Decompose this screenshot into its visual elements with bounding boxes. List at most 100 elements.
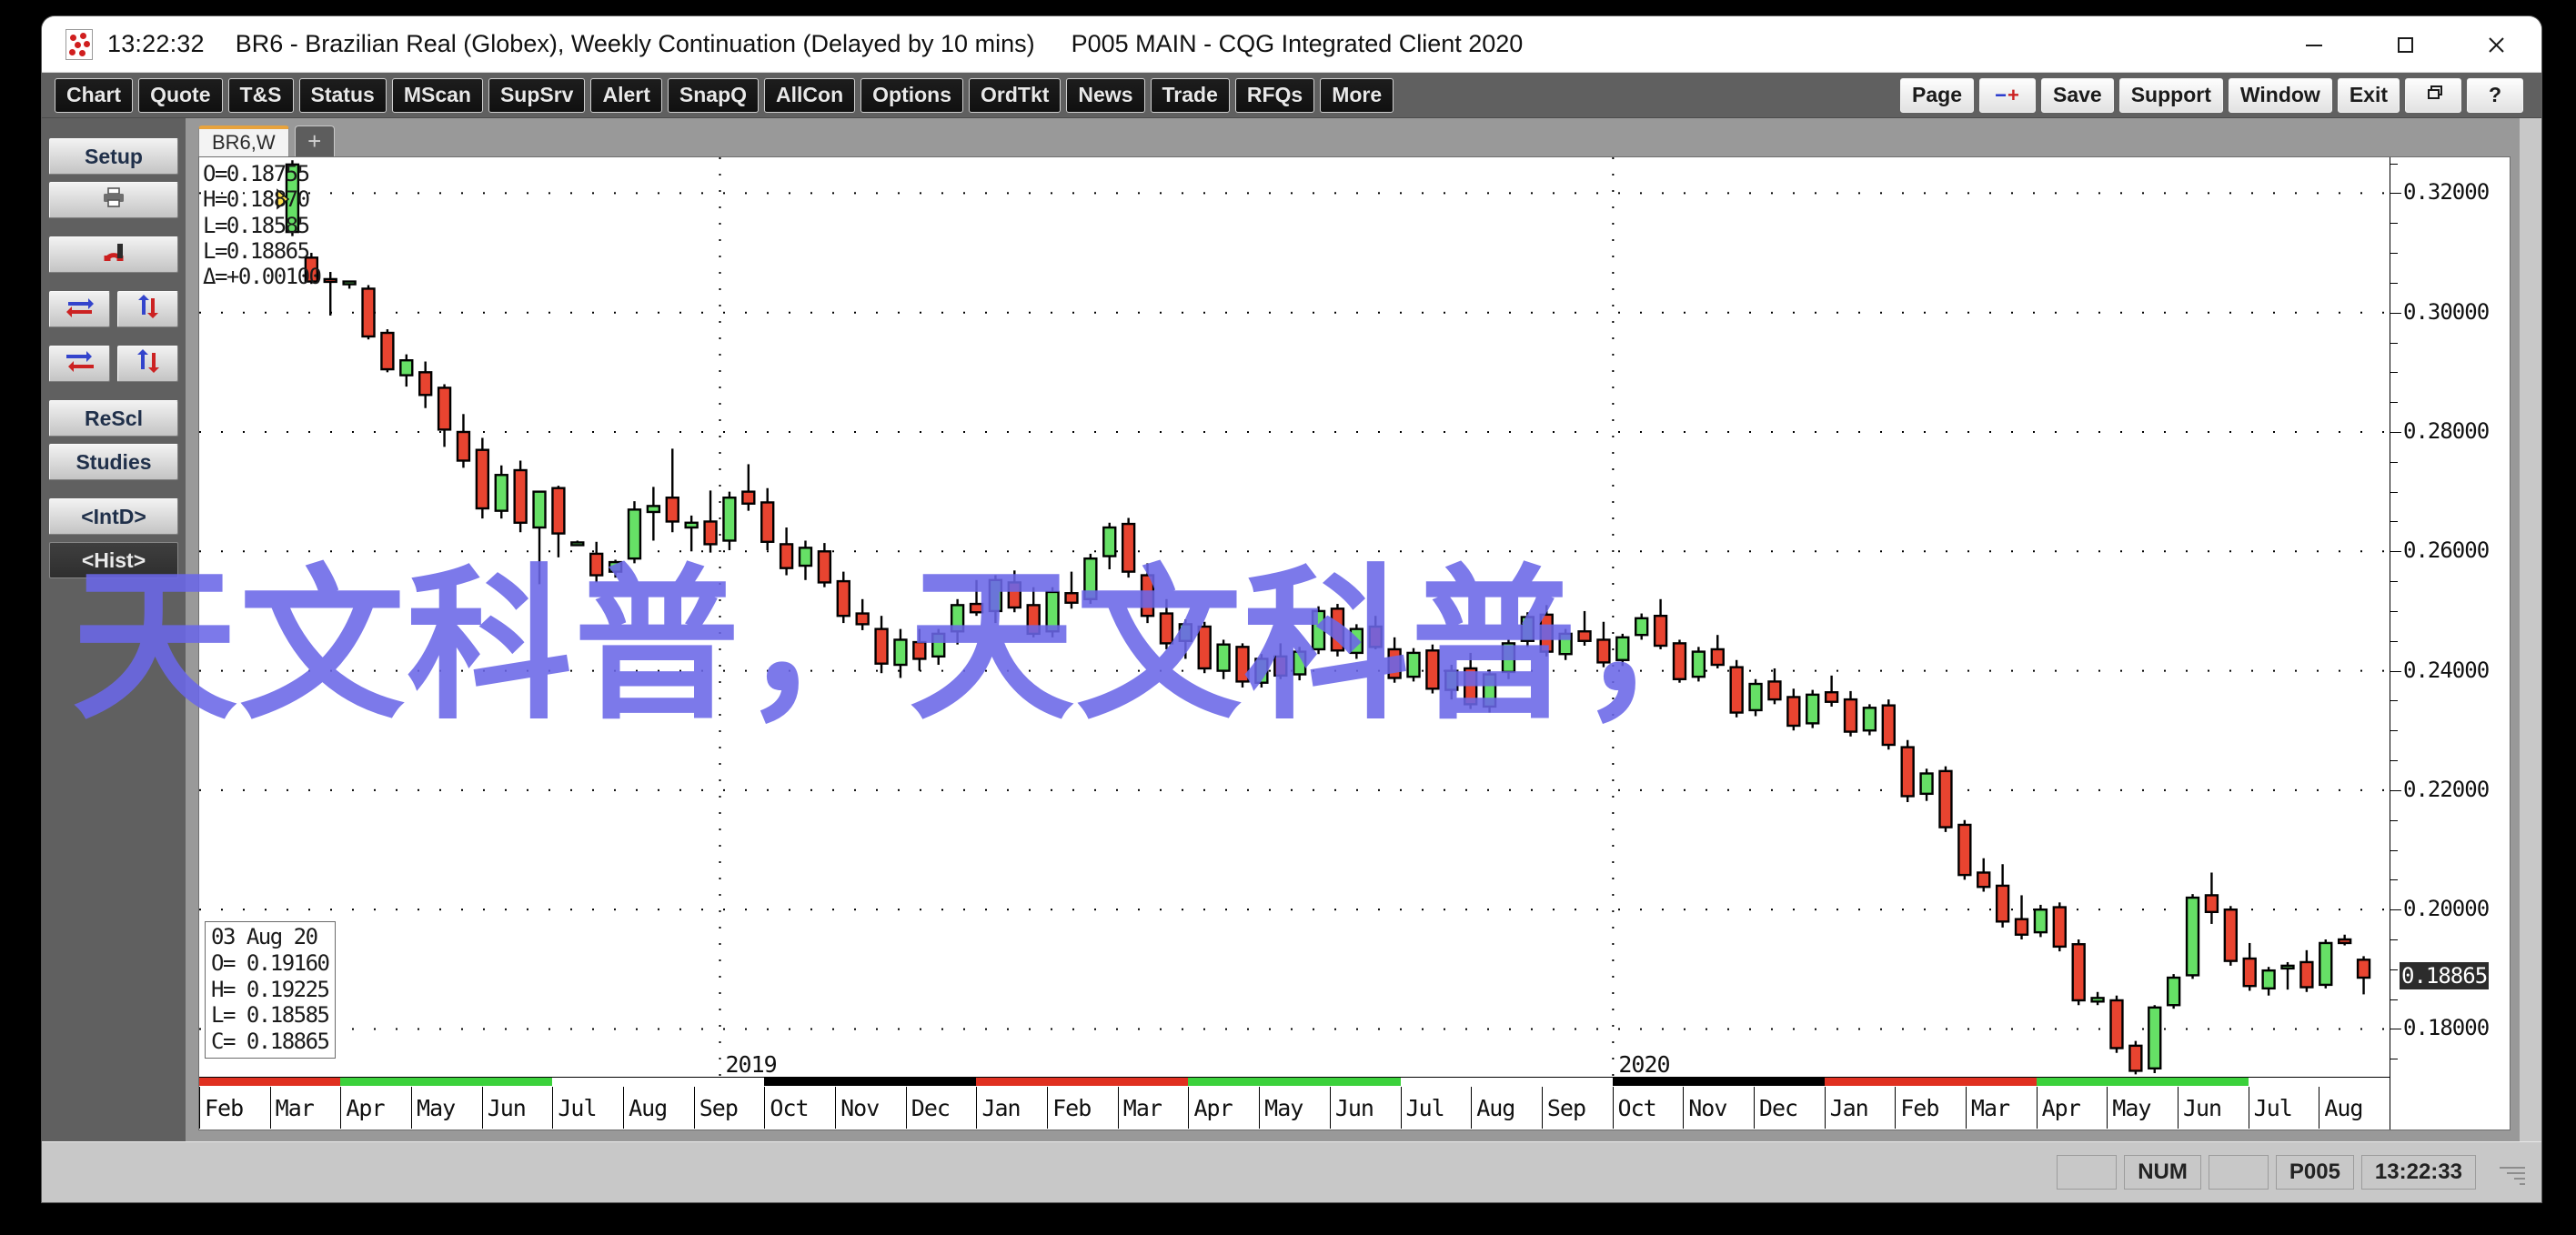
time-axis-month-label: May	[417, 1094, 456, 1121]
time-axis-month-cell: Aug	[2319, 1087, 2390, 1129]
toolbar-button-supsrv[interactable]: SupSrv	[488, 77, 586, 113]
sidebar-button-rescale[interactable]: ReScl	[49, 400, 178, 437]
toolbar-button-mscan[interactable]: MScan	[391, 77, 483, 113]
time-axis-month-label: Nov	[840, 1094, 880, 1121]
sidebar-button-setup[interactable]: Setup	[49, 138, 178, 175]
sidebar-button-expand-vertical[interactable]	[117, 346, 178, 382]
sidebar-button-history[interactable]: <Hist>	[49, 542, 178, 578]
minimize-button[interactable]	[2269, 16, 2360, 73]
toolbar-button-allcon[interactable]: AllCon	[764, 77, 856, 113]
sidebar-arrow-row-2	[49, 346, 178, 389]
time-axis-month-cell: Jan	[1824, 1087, 1896, 1129]
toolbar-button-window[interactable]: Window	[2228, 77, 2332, 113]
cursor-close: C= 0.18865	[211, 1029, 330, 1055]
time-axis-quarter-band	[2177, 1078, 2249, 1086]
sidebar-arrow-row-1	[49, 291, 178, 335]
time-axis-month-label: Feb	[205, 1094, 244, 1121]
toolbar-button-save[interactable]: Save	[2041, 77, 2114, 113]
price-axis[interactable]: 0.32000 0.30000 0.28000 0.26000 0.24000 0.220…	[2390, 157, 2510, 1130]
time-axis-month-cell: Jun	[481, 1087, 553, 1129]
time-axis-month-label: Feb	[1052, 1094, 1092, 1121]
toolbar-button-help[interactable]: ?	[2467, 77, 2523, 113]
toolbar-button-options[interactable]: Options	[860, 77, 964, 113]
toolbar-button-more[interactable]: More	[1320, 77, 1394, 113]
toolbar-button-quote[interactable]: Quote	[138, 77, 223, 113]
time-axis-month-label: Mar	[275, 1094, 315, 1121]
toolbar-button-exit[interactable]: Exit	[2337, 77, 2400, 113]
time-axis-month-label: Jan	[981, 1094, 1021, 1121]
time-axis-month-label: Aug	[1476, 1094, 1515, 1121]
price-axis-minor-tick	[2390, 700, 2398, 702]
sidebar-gap-5	[49, 487, 178, 498]
sidebar-button-swap-horizontal[interactable]	[49, 291, 110, 327]
time-axis-month-label: Aug	[2324, 1094, 2363, 1121]
ohlc-delta: Δ=+0.00100	[203, 264, 322, 290]
price-axis-tick	[2390, 193, 2401, 195]
sidebar-button-magnet[interactable]	[49, 236, 178, 273]
swap-horizontal-icon	[65, 296, 96, 323]
maximize-button[interactable]	[2360, 16, 2450, 73]
application-window: 13:22:32 BR6 - Brazilian Real (Globex), …	[42, 16, 2541, 1202]
price-axis-tick	[2390, 431, 2401, 433]
time-axis-month-label: Sep	[1546, 1094, 1586, 1121]
time-axis-month-cell: Feb	[199, 1087, 270, 1129]
toolbar-button-ts[interactable]: T&S	[227, 77, 294, 113]
toolbar-button-news[interactable]: News	[1066, 77, 1145, 113]
time-axis[interactable]: Feb Mar Apr May Jun Jul Aug Sep Oct Nov Dec Jan Feb M…	[199, 1077, 2390, 1130]
workspace-vertical-scroll[interactable]	[2520, 118, 2541, 1141]
price-axis-label: 0.26000	[2403, 537, 2490, 564]
time-axis-month-cell: Feb	[1047, 1087, 1118, 1129]
title-bar: 13:22:32 BR6 - Brazilian Real (Globex), …	[42, 16, 2541, 73]
price-axis-label: 0.28000	[2403, 417, 2490, 444]
time-axis-month-cell: Mar	[1117, 1087, 1189, 1129]
time-axis-quarter-band	[552, 1078, 624, 1086]
price-axis-minor-tick	[2390, 461, 2398, 463]
sidebar-button-print[interactable]	[49, 182, 178, 218]
time-axis-quarter-band	[835, 1078, 906, 1086]
status-cell-num: NUM	[2124, 1155, 2201, 1190]
sidebar-button-swap-vertical[interactable]	[117, 291, 178, 327]
price-axis-minor-tick	[2390, 282, 2398, 284]
time-axis-month-cell: Feb	[1895, 1087, 1966, 1129]
price-axis-label: 0.18000	[2403, 1015, 2490, 1041]
sidebar-button-collapse-horizontal[interactable]	[49, 346, 110, 382]
price-axis-label: 0.24000	[2403, 657, 2490, 683]
swap-vertical-icon	[137, 295, 159, 324]
candlestick-plot[interactable]: 2019 2020	[199, 157, 2390, 1130]
toolbar-button-chart[interactable]: Chart	[55, 77, 134, 113]
resize-grip[interactable]	[2490, 1154, 2527, 1190]
price-axis-minor-tick	[2390, 610, 2398, 612]
time-axis-quarter-band	[481, 1078, 553, 1086]
chart-tab-add[interactable]: +	[294, 126, 335, 156]
time-axis-month-cell: Jul	[552, 1087, 623, 1129]
time-axis-month-label: Apr	[2041, 1094, 2081, 1121]
sidebar-button-intraday[interactable]: <IntD>	[49, 498, 178, 535]
restore-window-icon	[2423, 83, 2443, 108]
toolbar-button-status[interactable]: Status	[298, 77, 387, 113]
time-axis-month-label: Jan	[1829, 1094, 1869, 1121]
toolbar-button-trade[interactable]: Trade	[1150, 77, 1230, 113]
chart-tab-br6w[interactable]: BR6,W	[198, 126, 289, 156]
status-cell-clock: 13:22:33	[2360, 1155, 2476, 1190]
toolbar-button-snapq[interactable]: SnapQ	[667, 77, 760, 113]
time-axis-quarter-band	[1471, 1078, 1542, 1086]
toolbar-button-alert[interactable]: Alert	[590, 77, 662, 113]
toolbar-button-zoom-minus-plus[interactable]: −+	[1979, 77, 2036, 113]
sidebar-button-studies[interactable]: Studies	[49, 444, 178, 480]
chart-plot-area[interactable]: 2019 2020 O=0.18755 H=0.18870 L=0.18585 L…	[72, 156, 2511, 1130]
close-button[interactable]	[2450, 16, 2541, 73]
time-axis-quarter-band	[2036, 1078, 2108, 1086]
time-axis-month-label: Jul	[558, 1094, 597, 1121]
toolbar-button-support[interactable]: Support	[2118, 77, 2223, 113]
toolbar-button-ordtkt[interactable]: OrdTkt	[969, 77, 1062, 113]
toolbar-button-rfqs[interactable]: RFQs	[1234, 77, 1315, 113]
help-question-icon: ?	[2488, 83, 2502, 106]
chart-tab-row: BR6,W +	[186, 118, 2520, 156]
price-axis-minor-tick	[2390, 521, 2398, 523]
time-axis-month-label: Apr	[346, 1094, 385, 1121]
price-axis-minor-tick	[2390, 163, 2398, 165]
toolbar-button-restore[interactable]	[2405, 77, 2461, 113]
time-axis-quarter-band	[1965, 1078, 2037, 1086]
toolbar-button-page[interactable]: Page	[1900, 77, 1974, 113]
cursor-date: 03 Aug 20	[211, 924, 318, 950]
